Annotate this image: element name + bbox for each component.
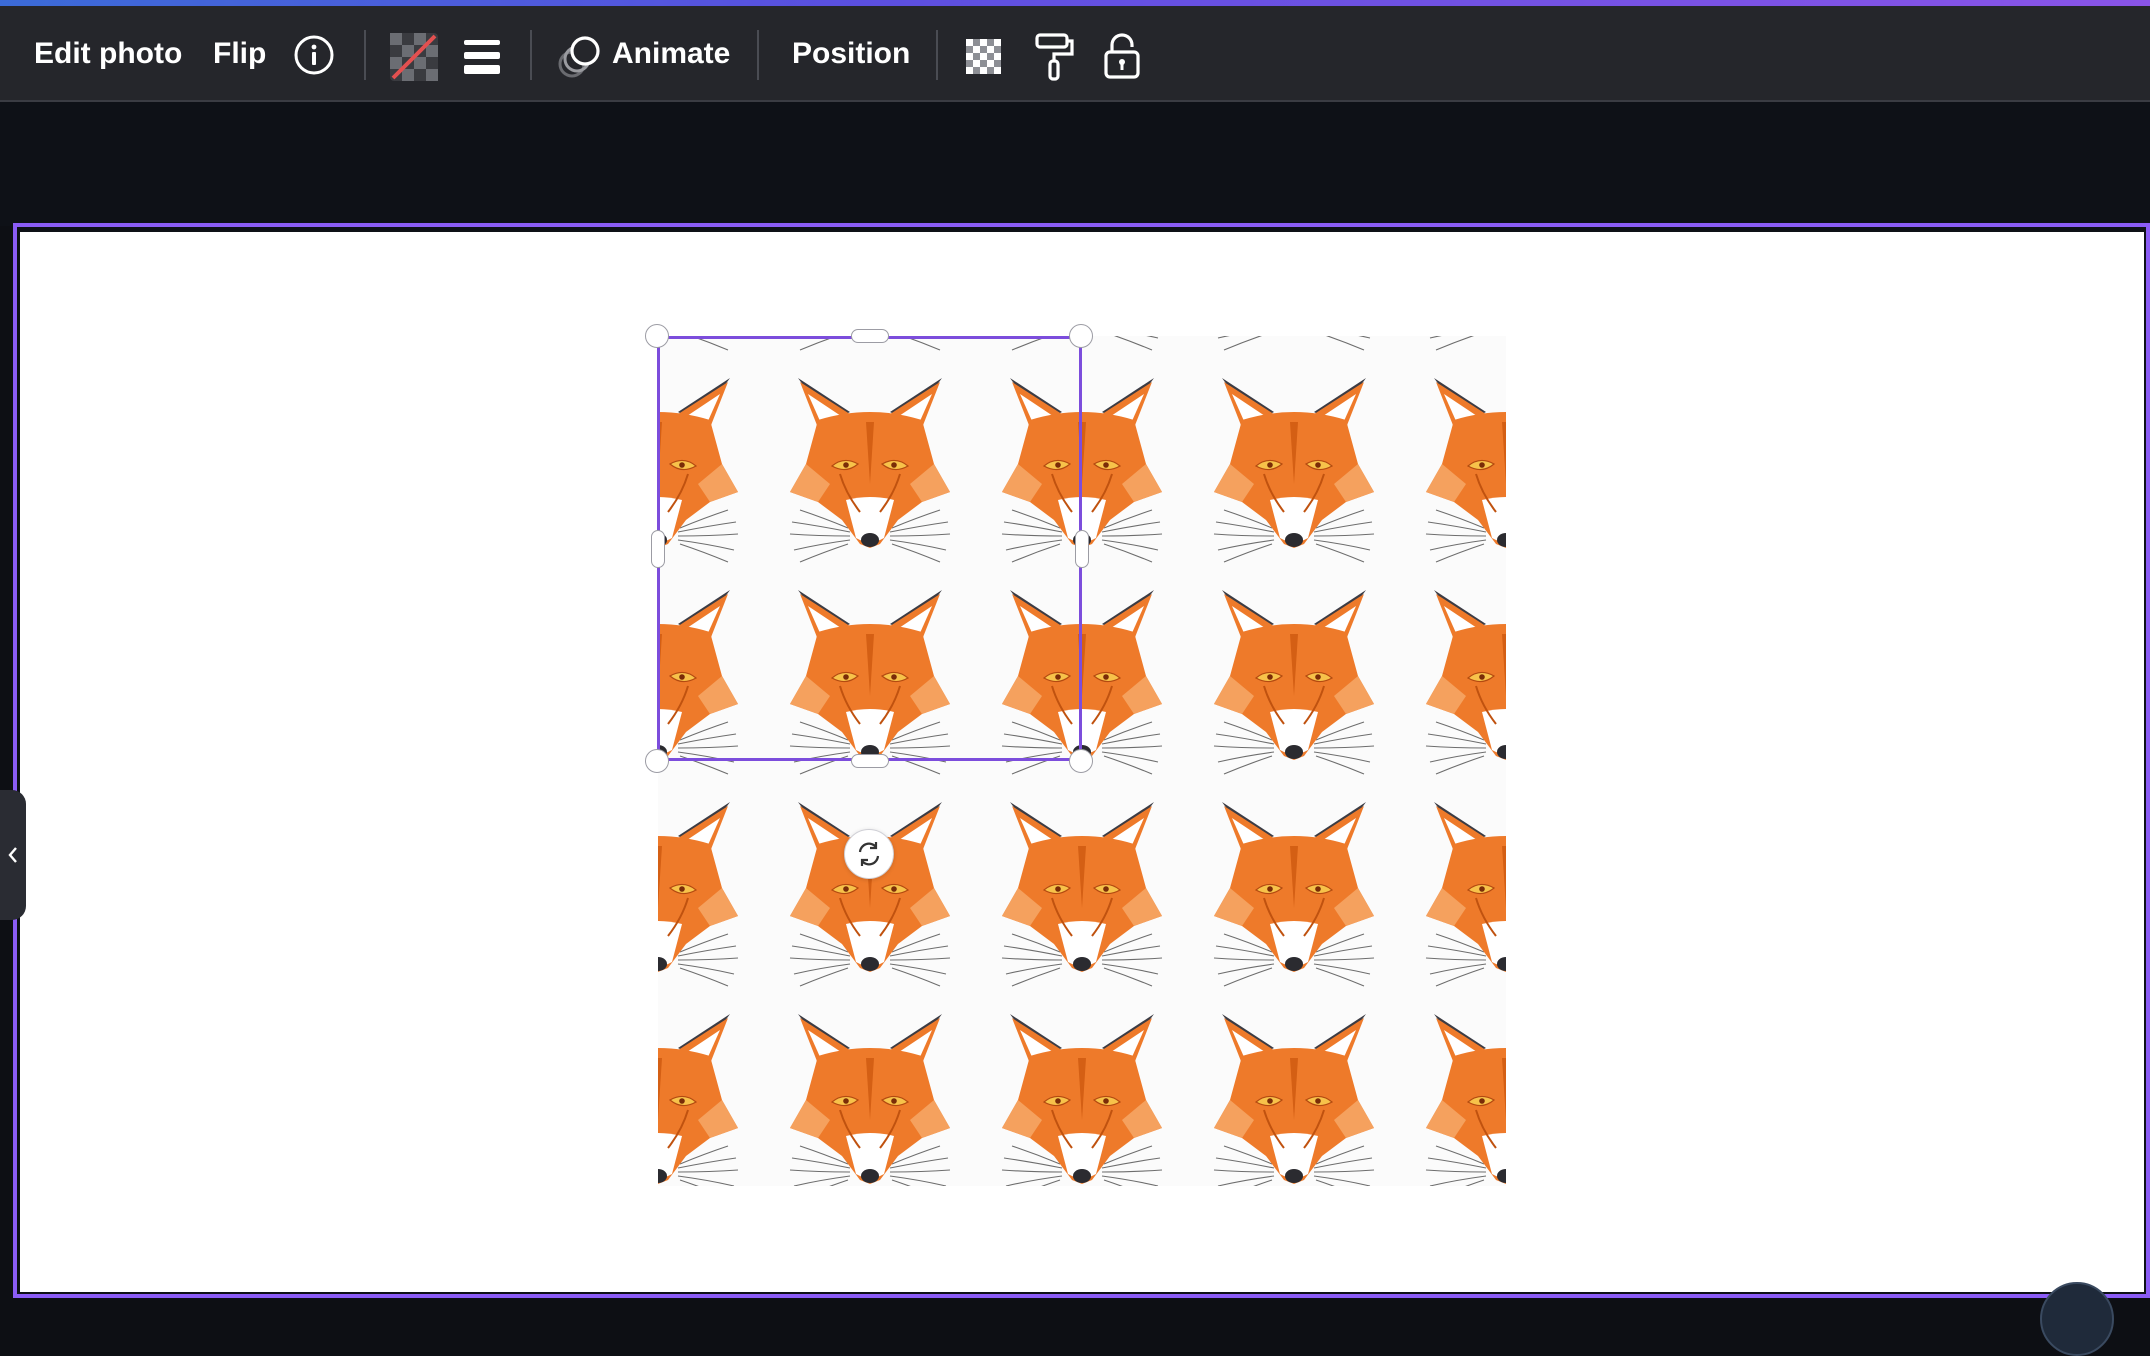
chevron-left-icon [8,847,17,863]
resize-handle-bottom-left[interactable] [645,749,669,773]
fox-face-tile [1425,589,1506,775]
flip-button[interactable]: Flip [213,6,266,102]
resize-handle-top-left[interactable] [645,324,669,348]
selection-box[interactable] [657,336,1082,761]
animate-icon[interactable] [556,34,602,80]
resize-handle-bottom-right[interactable] [1069,749,1093,773]
toolbar-separator [364,30,366,80]
fox-face-tile [1425,1013,1506,1186]
toolbar-separator [757,30,759,80]
edit-photo-button[interactable]: Edit photo [34,6,182,102]
paint-roller-icon[interactable] [1033,32,1075,82]
toolbar-separator [530,30,532,80]
fox-face-tile [789,1013,951,1186]
resize-handle-bottom-middle[interactable] [851,754,889,768]
rotate-button[interactable] [844,829,894,879]
fox-face-tile [1213,336,1375,351]
fox-face-tile [1213,377,1375,563]
fox-face-tile [1001,801,1163,987]
line-spacing-icon[interactable] [462,36,502,76]
side-panel-toggle[interactable] [0,790,26,920]
fox-face-tile [658,1013,739,1186]
animate-button[interactable]: Animate [612,6,730,102]
transparency-icon[interactable] [389,32,439,82]
rotate-icon [858,842,880,866]
fox-face-tile [1001,1013,1163,1186]
info-icon[interactable] [293,34,335,76]
workspace-background [0,102,2150,226]
context-toolbar: Edit photo Flip Animate Position [0,6,2150,102]
fox-face-tile [1213,1013,1375,1186]
fox-face-tile [1213,801,1375,987]
resize-handle-middle-left[interactable] [651,530,665,568]
fox-face-tile [1425,801,1506,987]
fox-face-tile [1213,589,1375,775]
position-button[interactable]: Position [792,6,910,102]
toolbar-separator [936,30,938,80]
resize-handle-top-right[interactable] [1069,324,1093,348]
fox-face-tile [658,801,739,987]
resize-handle-middle-right[interactable] [1075,530,1089,568]
lock-icon[interactable] [1102,32,1142,80]
checkerboard-transparency-icon[interactable] [964,37,1006,79]
fox-face-tile [1425,377,1506,563]
fox-face-tile [1425,336,1506,351]
resize-handle-top-middle[interactable] [851,329,889,343]
help-bubble[interactable] [2040,1282,2114,1356]
